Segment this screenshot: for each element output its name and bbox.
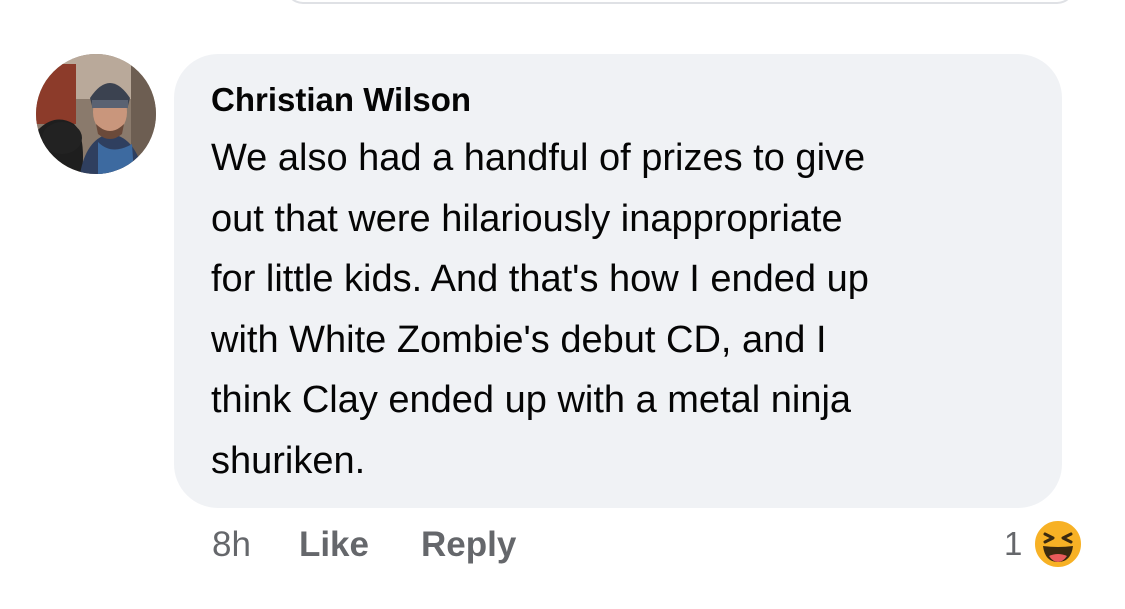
- comment-author-name[interactable]: Christian Wilson: [211, 76, 1032, 124]
- comment-timestamp[interactable]: 8h: [212, 525, 251, 565]
- avatar-photo: [36, 54, 156, 174]
- comment-bubble: Christian Wilson We also had a handful o…: [174, 54, 1062, 508]
- reaction-count: 1: [1004, 525, 1023, 562]
- like-button[interactable]: Like: [299, 525, 369, 565]
- comment-actions: 8h Like Reply: [212, 522, 568, 568]
- reaction-summary[interactable]: 1: [1004, 516, 1084, 572]
- haha-emoji-icon: [1032, 518, 1084, 570]
- previous-comment-bubble-edge: [285, 0, 1075, 4]
- comment-text: We also had a handful of prizes to give …: [211, 137, 869, 482]
- avatar[interactable]: [36, 54, 156, 174]
- reply-button[interactable]: Reply: [421, 525, 516, 565]
